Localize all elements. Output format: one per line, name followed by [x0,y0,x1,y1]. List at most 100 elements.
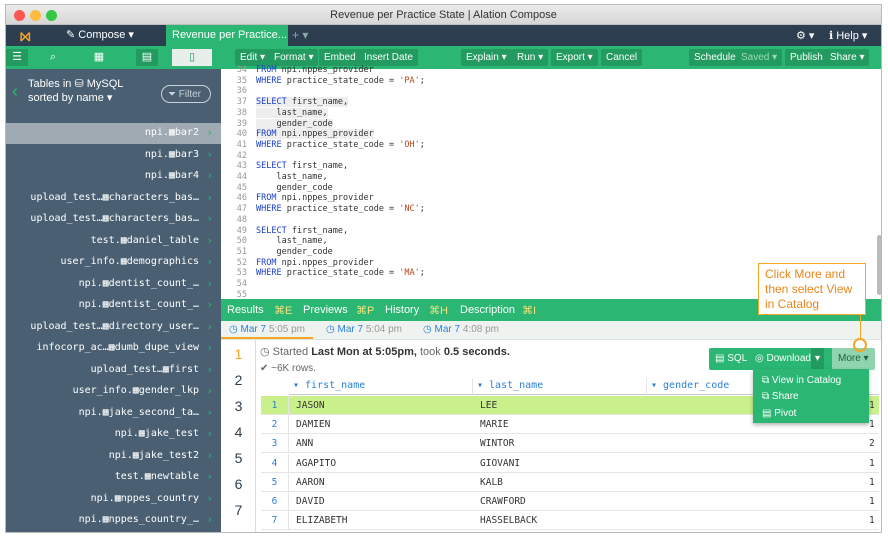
run-menu[interactable]: Run ▾ [512,49,549,66]
table-row[interactable]: 4 AGAPITO GIOVANI 1 [261,453,879,473]
sidebar-table-item[interactable]: infocorp_ac…▦dumb_dupe_view › [6,338,221,359]
chevron-right-icon[interactable]: › [206,427,213,440]
chevron-right-icon[interactable]: › [206,341,213,354]
table-row[interactable]: 3 ANN WINTOR 2 [261,434,879,454]
tab-history[interactable]: History [385,304,419,316]
publish-button[interactable]: Publish [785,49,828,66]
sidebar-table-item[interactable]: npi.▦jake_test › [6,424,221,445]
statement-number[interactable]: 6 [221,476,256,492]
chevron-right-icon[interactable]: › [206,492,213,505]
compose-menu[interactable]: ✎ Compose ▾ [66,28,134,41]
status-prefix: ◷ Started [260,346,309,358]
sql-button[interactable]: ▤ SQL [709,348,754,370]
statement-number[interactable]: 3 [221,398,256,414]
alation-logo-icon[interactable]: ⨝ [20,29,31,45]
table-row[interactable]: 5 AARON KALB 1 [261,472,879,492]
chevron-right-icon[interactable]: › [206,320,213,333]
embed-button[interactable]: Embed [319,49,361,66]
sidebar-table-item[interactable]: upload_test…▦first › [6,360,221,381]
tab-description[interactable]: Description [460,304,515,316]
view-in-catalog-menu-item[interactable]: ⧉ View in Catalog [762,375,841,386]
schedule-button[interactable]: Schedule [689,49,741,66]
grid-icon[interactable]: ▦ [88,49,110,66]
line-number: 42 [236,150,247,161]
chevron-right-icon[interactable]: › [206,384,213,397]
run-tab-1[interactable]: ◷ Mar 7 5:05 pm [229,324,305,335]
chevron-right-icon[interactable]: › [206,212,213,225]
code-line: FROM npi.nppes_provider [256,65,374,75]
table-icon[interactable]: ▤ [136,49,158,66]
chevron-right-icon[interactable]: › [206,513,213,526]
back-chevron-icon[interactable]: ‹ [12,81,18,102]
statement-number[interactable]: 7 [221,502,256,518]
tab-revenue-per-practice[interactable]: Revenue per Practice... [166,25,288,46]
chevron-right-icon[interactable]: › [206,406,213,419]
document-icon[interactable]: ▯ [172,49,212,66]
explain-menu[interactable]: Explain ▾ [461,49,512,66]
sidebar-table-item[interactable]: npi.▦bar4 › [6,166,221,187]
sidebar-table-item[interactable]: upload_test…▦characters_bas… › [6,188,221,209]
cell-first-name: DAVID [296,496,325,507]
statement-number[interactable]: 2 [221,372,256,388]
edit-menu[interactable]: Edit ▾ [235,49,271,66]
tab-previews[interactable]: Previews [303,304,348,316]
table-row[interactable]: 6 DAVID CRAWFORD 1 [261,492,879,511]
code-line: WHERE practice_state_code = 'MA'; [256,268,425,279]
sidebar-table-item[interactable]: npi.▦jake_test2 › [6,446,221,467]
statement-number[interactable]: 1 [221,346,256,362]
chevron-right-icon[interactable]: › [206,148,213,161]
chevron-right-icon[interactable]: › [206,126,213,139]
saved-menu[interactable]: Saved ▾ [736,49,783,66]
sidebar-table-item[interactable]: test.▦newtable › [6,467,221,488]
line-number: 51 [236,246,247,257]
sidebar-table-item[interactable]: npi.▦dentist_count_… › [6,274,221,295]
menu-icon[interactable]: ☰ [6,49,28,66]
tab-results[interactable]: Results [227,304,264,316]
sidebar-table-item[interactable]: npi.▦dentist_count_… › [6,295,221,316]
chevron-right-icon[interactable]: › [206,449,213,462]
sidebar-table-item[interactable]: test.▦daniel_table › [6,231,221,252]
chevron-right-icon[interactable]: › [206,255,213,268]
pivot-menu-item[interactable]: ▤ Pivot [762,408,796,419]
column-header-first-name[interactable]: ▾ first_name [289,378,473,395]
column-header-last-name[interactable]: ▾ last_name [473,378,647,395]
filter-button[interactable]: ⏷ Filter [161,85,211,103]
line-number: 45 [236,182,247,193]
table-row[interactable]: 7 ELIZABETH HASSELBACK 1 [261,511,879,531]
chevron-right-icon[interactable]: › [206,470,213,483]
sidebar-table-item[interactable]: npi.▦bar3 › [6,145,221,166]
chevron-right-icon[interactable]: › [206,234,213,247]
sidebar-table-item[interactable]: user_info.▦gender_lkp › [6,381,221,402]
editor-scrollbar[interactable] [877,235,881,295]
sort-menu[interactable]: sorted by name ▾ [28,91,123,105]
search-icon[interactable]: ⌕ [42,49,64,66]
sidebar-table-item[interactable]: npi.▦nppes_country_… › [6,510,221,531]
sidebar-table-item[interactable]: upload_test…▦directory_user… › [6,317,221,338]
statement-number[interactable]: 4 [221,424,256,440]
help-menu[interactable]: ℹ Help ▾ [829,29,867,42]
sidebar-table-item[interactable]: user_info.▦demographics › [6,252,221,273]
run-tab-2[interactable]: ◷ Mar 7 5:04 pm [326,324,402,335]
share-menu[interactable]: Share ▾ [825,49,870,66]
sidebar-table-item[interactable]: npi.▦jake_second_ta… › [6,403,221,424]
line-number: 38 [236,107,247,118]
chevron-right-icon[interactable]: › [206,169,213,182]
sidebar-table-item[interactable]: upload_test…▦characters_bas… › [6,209,221,230]
share-menu-item[interactable]: ⧉ Share [762,391,799,402]
more-button[interactable]: More ▾ [832,348,875,370]
chevron-right-icon[interactable]: › [206,191,213,204]
export-menu[interactable]: Export ▾ [551,49,598,66]
run-tab-3[interactable]: ◷ Mar 7 4:08 pm [423,324,499,335]
insert-date-button[interactable]: Insert Date [359,49,418,66]
add-tab-button[interactable]: + ▾ [292,28,308,42]
chevron-right-icon[interactable]: › [206,363,213,376]
sidebar-table-item[interactable]: npi.▦nppes_country › [6,489,221,510]
format-menu[interactable]: Format ▾ [269,49,319,66]
cancel-button[interactable]: Cancel [601,49,643,66]
statement-number[interactable]: 5 [221,450,256,466]
chevron-right-icon[interactable]: › [206,277,213,290]
download-caret[interactable]: ▾ [811,348,825,370]
sidebar-table-item[interactable]: npi.▦bar2 › [6,123,221,144]
chevron-right-icon[interactable]: › [206,298,213,311]
settings-gear-icon[interactable]: ⚙ ▾ [796,29,814,42]
